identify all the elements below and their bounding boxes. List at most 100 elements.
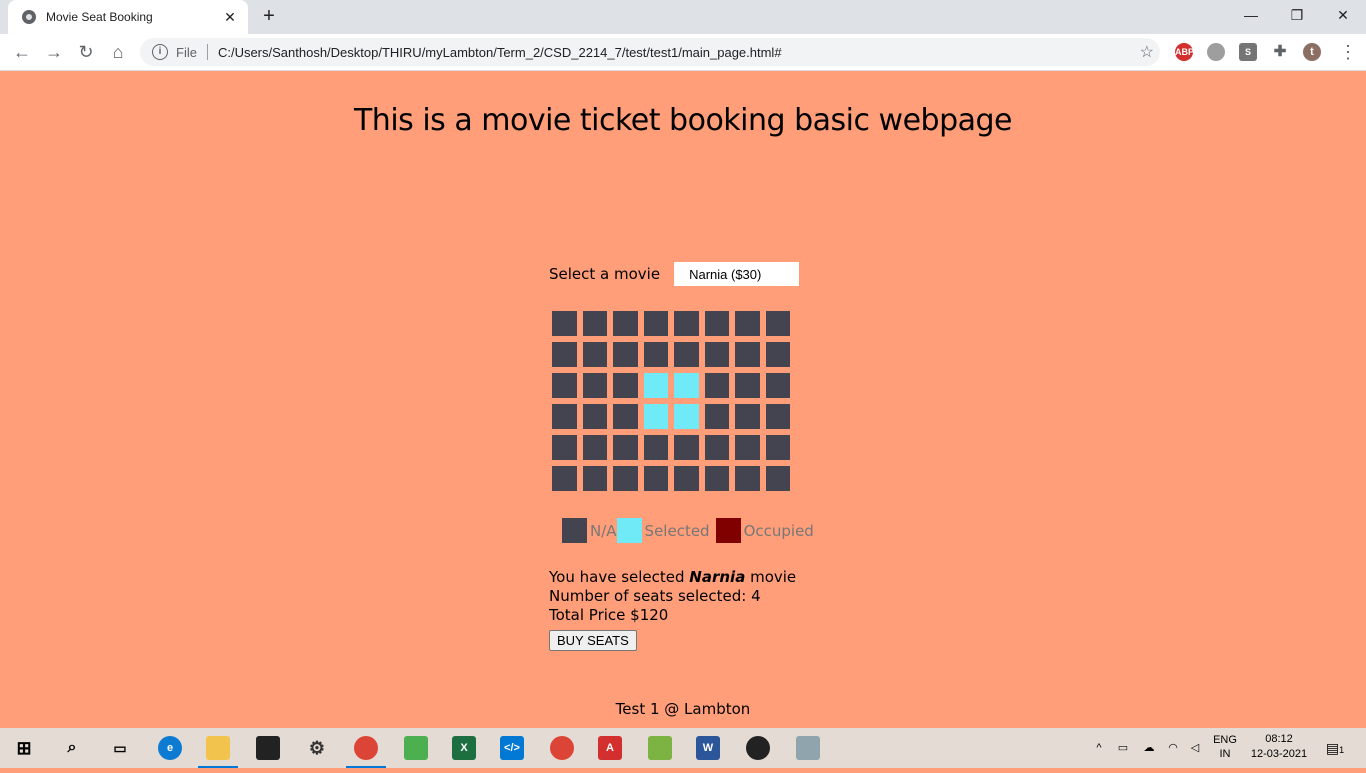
seat[interactable] <box>643 342 668 367</box>
seat[interactable] <box>643 373 668 398</box>
info-icon[interactable]: i <box>152 44 168 60</box>
seat[interactable] <box>613 373 638 398</box>
clock[interactable]: 08:12 12-03-2021 <box>1248 728 1310 772</box>
seat[interactable] <box>674 373 699 398</box>
wifi-icon[interactable]: ◠ <box>1164 728 1182 768</box>
seat[interactable] <box>704 404 729 429</box>
search-icon[interactable]: ⌕ <box>60 736 84 760</box>
seat[interactable] <box>552 373 577 398</box>
seat[interactable] <box>552 466 577 491</box>
network-disabled-icon[interactable]: ☁ <box>1140 728 1158 768</box>
seat[interactable] <box>765 373 790 398</box>
seat-row <box>552 404 796 429</box>
seat[interactable] <box>765 466 790 491</box>
seat[interactable] <box>735 311 760 336</box>
seat[interactable] <box>674 342 699 367</box>
browser-tab[interactable]: Movie Seat Booking ✕ <box>8 0 248 34</box>
notepad-plus-icon[interactable] <box>404 736 428 760</box>
chrome-profile-icon[interactable] <box>550 736 574 760</box>
tab-close-icon[interactable]: ✕ <box>222 9 238 25</box>
notification-center-icon[interactable]: ▤1 <box>1322 728 1348 768</box>
seat[interactable] <box>582 373 607 398</box>
adblock-plus-icon[interactable]: ABP <box>1175 43 1194 61</box>
app-icon[interactable] <box>648 736 672 760</box>
reload-icon[interactable]: ↻ <box>74 40 98 64</box>
seat[interactable] <box>613 311 638 336</box>
seat[interactable] <box>765 311 790 336</box>
seat[interactable] <box>674 466 699 491</box>
seat[interactable] <box>552 435 577 460</box>
forward-arrow-icon[interactable]: → <box>42 40 66 64</box>
vscode-icon[interactable]: </> <box>500 736 524 760</box>
seat[interactable] <box>704 342 729 367</box>
seat[interactable] <box>735 435 760 460</box>
seat[interactable] <box>613 435 638 460</box>
battery-icon[interactable]: ▭ <box>1114 728 1132 768</box>
browser-toolbar: ← → ↻ ⌂ i File C:/Users/Santhosh/Desktop… <box>0 34 1366 71</box>
seat[interactable] <box>643 404 668 429</box>
tab-title: Movie Seat Booking <box>46 10 153 24</box>
seat[interactable] <box>582 311 607 336</box>
seat[interactable] <box>613 404 638 429</box>
language-indicator[interactable]: ENG IN <box>1210 728 1240 773</box>
address-bar[interactable]: i File C:/Users/Santhosh/Desktop/THIRU/m… <box>140 38 1160 66</box>
restore-icon[interactable]: ❐ <box>1274 0 1320 30</box>
s-extension-icon[interactable]: S <box>1239 43 1257 61</box>
legend-occupied-swatch <box>715 518 741 543</box>
tray-chevron-icon[interactable]: ^ <box>1090 728 1108 768</box>
seat[interactable] <box>704 373 729 398</box>
volume-icon[interactable]: ◁ <box>1186 728 1204 768</box>
seat[interactable] <box>674 404 699 429</box>
incognito-extension-icon[interactable] <box>1207 43 1225 61</box>
edge-icon[interactable]: e <box>158 736 182 760</box>
excel-icon[interactable]: X <box>452 736 476 760</box>
seat[interactable] <box>643 435 668 460</box>
seat[interactable] <box>582 466 607 491</box>
seat[interactable] <box>765 342 790 367</box>
seat[interactable] <box>613 342 638 367</box>
task-view-icon[interactable]: ▭ <box>108 736 132 760</box>
seat[interactable] <box>582 435 607 460</box>
buy-seats-button[interactable]: BUY SEATS <box>549 630 637 651</box>
seat[interactable] <box>643 466 668 491</box>
minimize-icon[interactable]: — <box>1228 0 1274 30</box>
window-close-icon[interactable]: ✕ <box>1320 0 1366 30</box>
paint-icon[interactable] <box>796 736 820 760</box>
bookmark-star-icon[interactable]: ☆ <box>1140 42 1154 62</box>
seat[interactable] <box>552 311 577 336</box>
seat[interactable] <box>765 404 790 429</box>
seat[interactable] <box>704 435 729 460</box>
acrobat-icon[interactable]: A <box>598 736 622 760</box>
word-icon[interactable]: W <box>696 736 720 760</box>
seat[interactable] <box>704 311 729 336</box>
seat[interactable] <box>674 435 699 460</box>
seat[interactable] <box>613 466 638 491</box>
url-text[interactable]: C:/Users/Santhosh/Desktop/THIRU/myLambto… <box>218 45 1140 60</box>
chrome-icon[interactable] <box>354 736 378 760</box>
file-explorer-icon[interactable] <box>206 736 230 760</box>
seat[interactable] <box>643 311 668 336</box>
seat[interactable] <box>582 404 607 429</box>
seat[interactable] <box>735 404 760 429</box>
windows-start-icon[interactable]: ⊞ <box>12 736 36 760</box>
seat[interactable] <box>735 373 760 398</box>
sticky-notes-icon[interactable] <box>256 736 280 760</box>
seat[interactable] <box>552 404 577 429</box>
seat[interactable] <box>704 466 729 491</box>
seat[interactable] <box>735 466 760 491</box>
seat[interactable] <box>582 342 607 367</box>
menu-kebab-icon[interactable]: ⋮ <box>1336 40 1360 64</box>
legend-na-label: N/A <box>590 521 617 540</box>
obs-icon[interactable] <box>746 736 770 760</box>
back-arrow-icon[interactable]: ← <box>10 40 34 64</box>
settings-gear-icon[interactable]: ⚙ <box>305 736 329 760</box>
extensions-puzzle-icon[interactable]: ✚ <box>1271 43 1289 61</box>
profile-avatar[interactable]: t <box>1303 43 1321 61</box>
new-tab-button[interactable]: + <box>258 6 280 28</box>
home-icon[interactable]: ⌂ <box>106 40 130 64</box>
seat[interactable] <box>552 342 577 367</box>
seat[interactable] <box>674 311 699 336</box>
seat[interactable] <box>765 435 790 460</box>
seat[interactable] <box>735 342 760 367</box>
movie-select[interactable]: Narnia ($30) <box>674 262 800 286</box>
